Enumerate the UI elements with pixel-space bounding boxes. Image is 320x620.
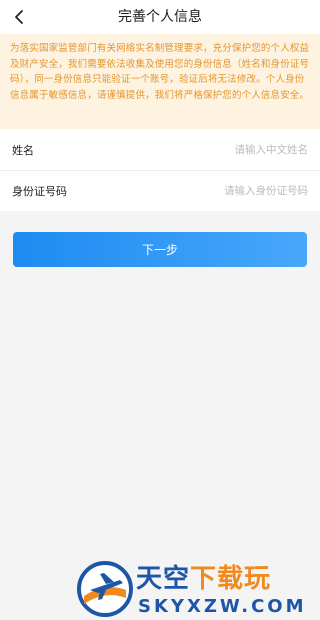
id-number-row: 身份证号码 — [0, 170, 320, 211]
top-nav-bar: 完善个人信息 — [0, 0, 320, 34]
name-label: 姓名 — [12, 143, 34, 157]
id-number-label: 身份证号码 — [12, 185, 67, 198]
page-title: 完善个人信息 — [118, 9, 202, 25]
watermark-brand: 天空下载玩 — [136, 564, 271, 594]
watermark-domain: SKYXZW.COM — [138, 596, 307, 617]
name-input[interactable] — [138, 143, 308, 156]
watermark-brand-part1: 天空 — [136, 564, 191, 594]
notice-text: 为落实国家监管部门有关网络实名制管理要求，充分保护您的个人权益及财产安全，我们需… — [10, 43, 310, 101]
identity-form: 姓名 身份证号码 — [0, 129, 320, 211]
chevron-left-icon — [15, 10, 23, 24]
id-number-input[interactable] — [138, 185, 308, 197]
watermark: 天空下载玩 SKYXZW.COM — [72, 560, 320, 620]
back-button[interactable] — [6, 4, 32, 30]
airplane-logo-icon — [77, 561, 133, 617]
next-step-button[interactable]: 下一步 — [13, 232, 307, 267]
real-name-notice: 为落实国家监管部门有关网络实名制管理要求，充分保护您的个人权益及财产安全，我们需… — [0, 34, 320, 129]
name-row: 姓名 — [0, 129, 320, 170]
watermark-brand-part2: 下载玩 — [190, 564, 272, 594]
